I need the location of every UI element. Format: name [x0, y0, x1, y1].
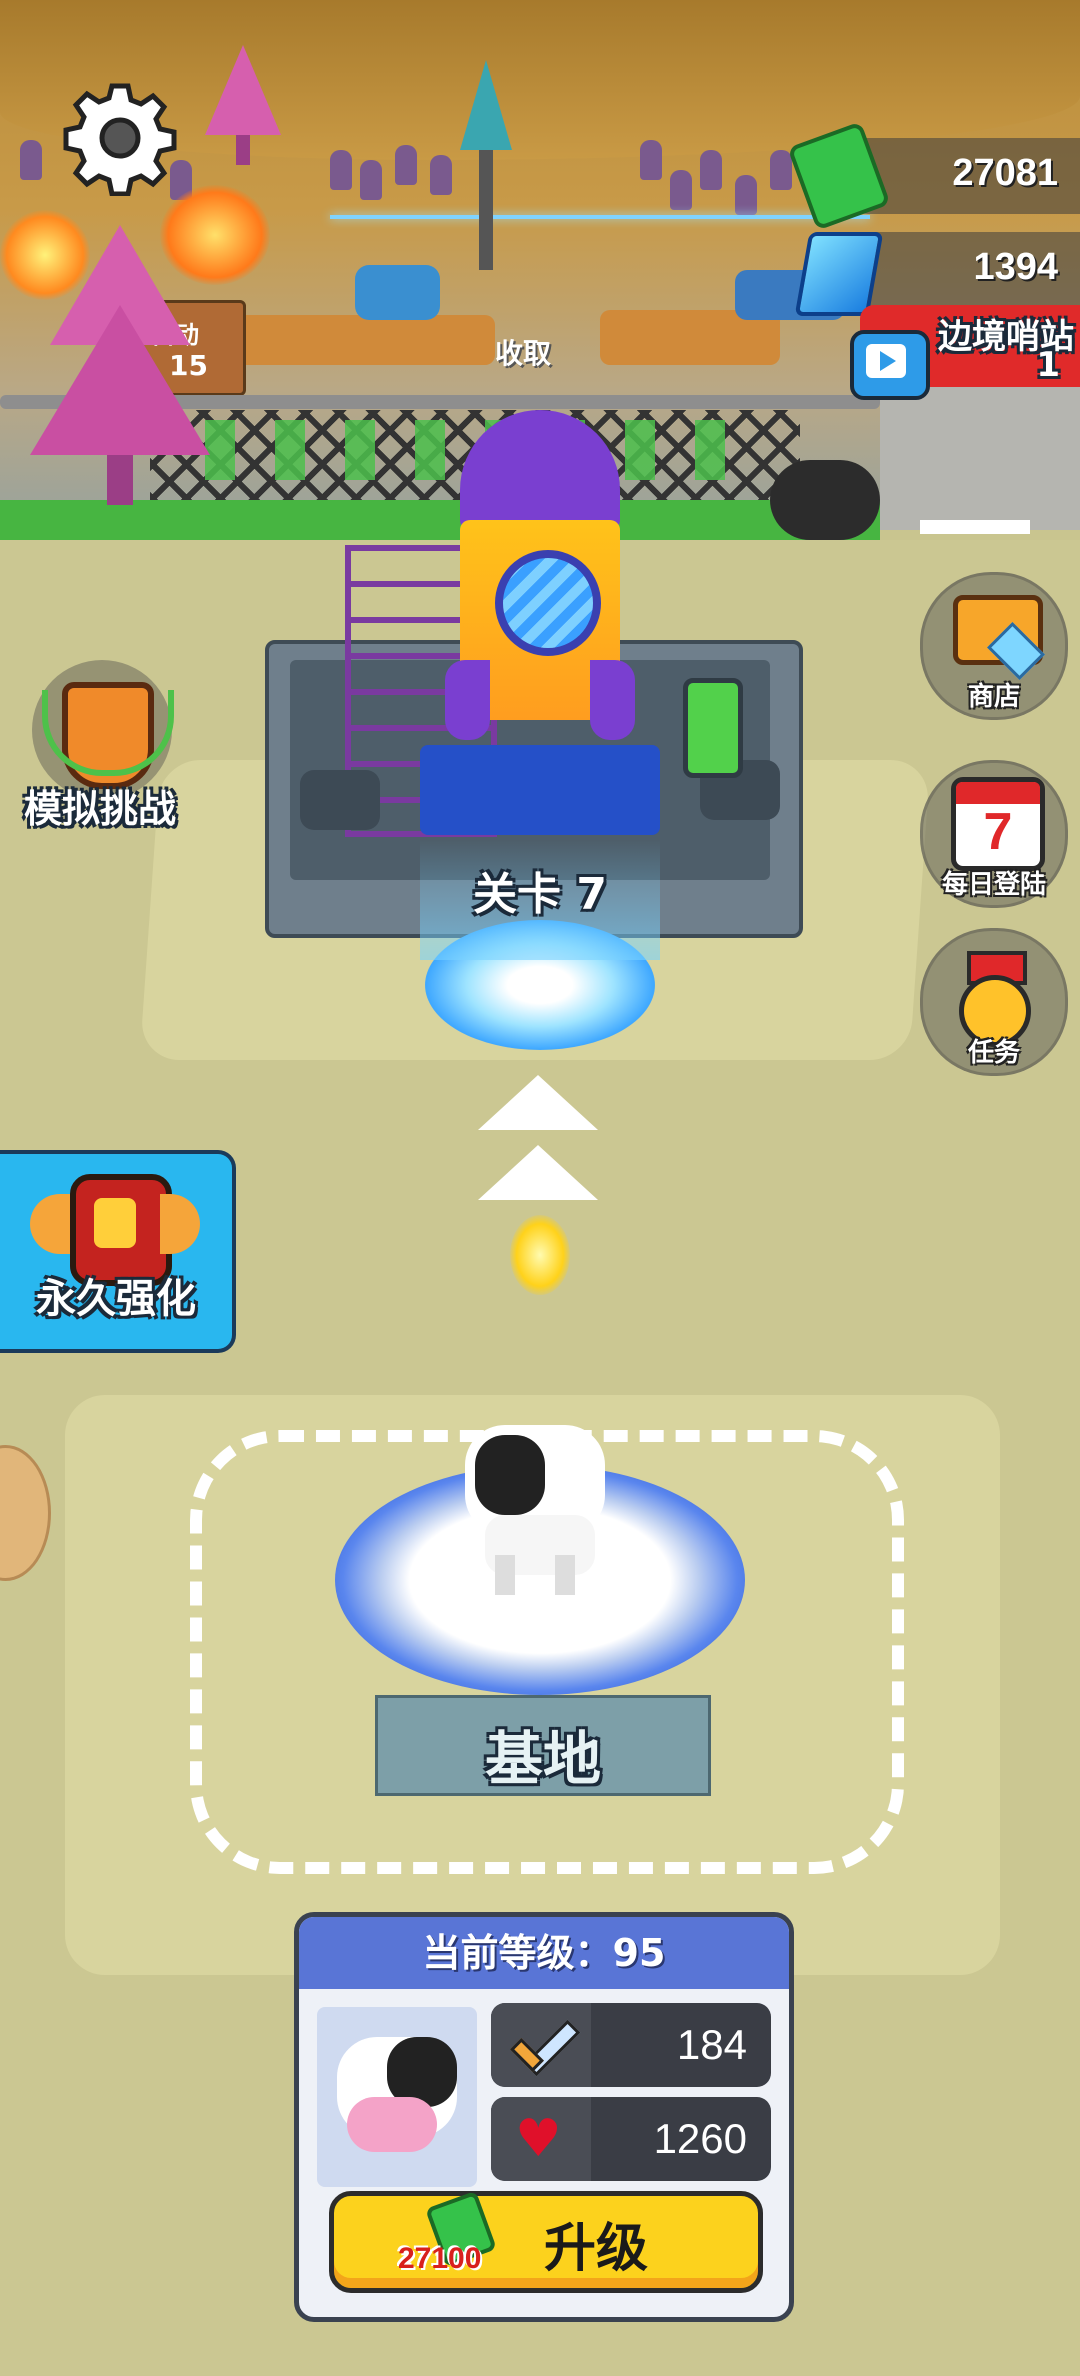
- health-value: 1260: [653, 2115, 747, 2162]
- shop-button[interactable]: 商店: [920, 572, 1068, 720]
- zombie: [430, 155, 452, 195]
- zombie: [20, 140, 42, 180]
- pink-tree: [30, 225, 210, 505]
- cash-amount: 27081: [952, 152, 1058, 194]
- daily-login-button[interactable]: 7 每日登陆: [920, 760, 1068, 908]
- attack-stat: 184: [491, 2003, 771, 2087]
- zombie: [700, 150, 722, 190]
- settings-button[interactable]: [62, 80, 178, 197]
- tasks-button[interactable]: 任务: [920, 928, 1068, 1076]
- base-sign: 基地: [375, 1695, 711, 1796]
- tasks-label: 任务: [967, 1038, 1020, 1068]
- wing-right-icon: [160, 1194, 200, 1254]
- road-arrow: [920, 520, 1030, 534]
- sim-challenge-button[interactable]: 模拟挑战: [10, 660, 190, 831]
- permanent-boost-label: 永久强化: [36, 1276, 196, 1322]
- rocket: [445, 410, 635, 740]
- guide-light: [510, 1215, 570, 1295]
- gear-icon: [63, 83, 177, 197]
- cash-counter: 27081: [787, 121, 1080, 231]
- zombie: [770, 150, 792, 190]
- zombie: [640, 140, 662, 180]
- health-stat: ♥ 1260: [491, 2097, 771, 2181]
- spotlight-left: [300, 770, 380, 830]
- upgrade-button[interactable]: 27100 升级: [329, 2190, 763, 2293]
- level-label: 关卡 7: [473, 869, 607, 920]
- cow-character: [455, 1395, 615, 1595]
- up-arrow-icon: [478, 1075, 598, 1130]
- gem-counter: 1394: [794, 232, 1080, 316]
- attack-value: 184: [676, 2021, 747, 2068]
- zombie: [395, 145, 417, 185]
- collect-button[interactable]: 收取: [495, 332, 551, 372]
- outpost-count: 1: [1036, 345, 1060, 385]
- rocket-window: [495, 550, 601, 656]
- teal-tree: [460, 60, 512, 270]
- sword-icon: [491, 2003, 591, 2087]
- heart-icon: ♥: [491, 2097, 591, 2181]
- upgrade-panel: 当前等级：95 184 ♥ 1260 27100 升级: [294, 1912, 794, 2322]
- sim-challenge-label: 模拟挑战: [23, 787, 176, 831]
- tire-stack: [770, 460, 880, 540]
- turret: [355, 265, 440, 320]
- lightning-beam: [330, 215, 870, 219]
- sandbag-wall: [235, 315, 495, 365]
- zombie: [330, 150, 352, 190]
- video-ad-icon[interactable]: [850, 330, 930, 400]
- zombie: [360, 160, 382, 200]
- gem-icon: [794, 232, 884, 316]
- launch-base: [420, 745, 660, 835]
- green-canister: [683, 678, 743, 778]
- calendar-day: 7: [983, 803, 1013, 861]
- up-arrow-icon: [478, 1145, 598, 1200]
- cow-portrait: [317, 2007, 477, 2187]
- shop-label: 商店: [967, 682, 1020, 712]
- zombie: [735, 175, 757, 215]
- current-level-header: 当前等级：95: [299, 1917, 789, 1989]
- pink-tree: [205, 45, 281, 165]
- zombie: [670, 170, 692, 210]
- permanent-boost-button[interactable]: 永久强化: [0, 1150, 236, 1353]
- base-label: 基地: [484, 1725, 601, 1793]
- upgrade-cost: 27100: [398, 2242, 482, 2275]
- daily-login-label: 每日登陆: [941, 870, 1046, 900]
- calendar-icon: 7: [951, 777, 1045, 871]
- grass-strip: [0, 500, 880, 540]
- wing-left-icon: [30, 1194, 70, 1254]
- gem-amount: 1394: [973, 246, 1058, 288]
- upgrade-label: 升级: [544, 2219, 649, 2279]
